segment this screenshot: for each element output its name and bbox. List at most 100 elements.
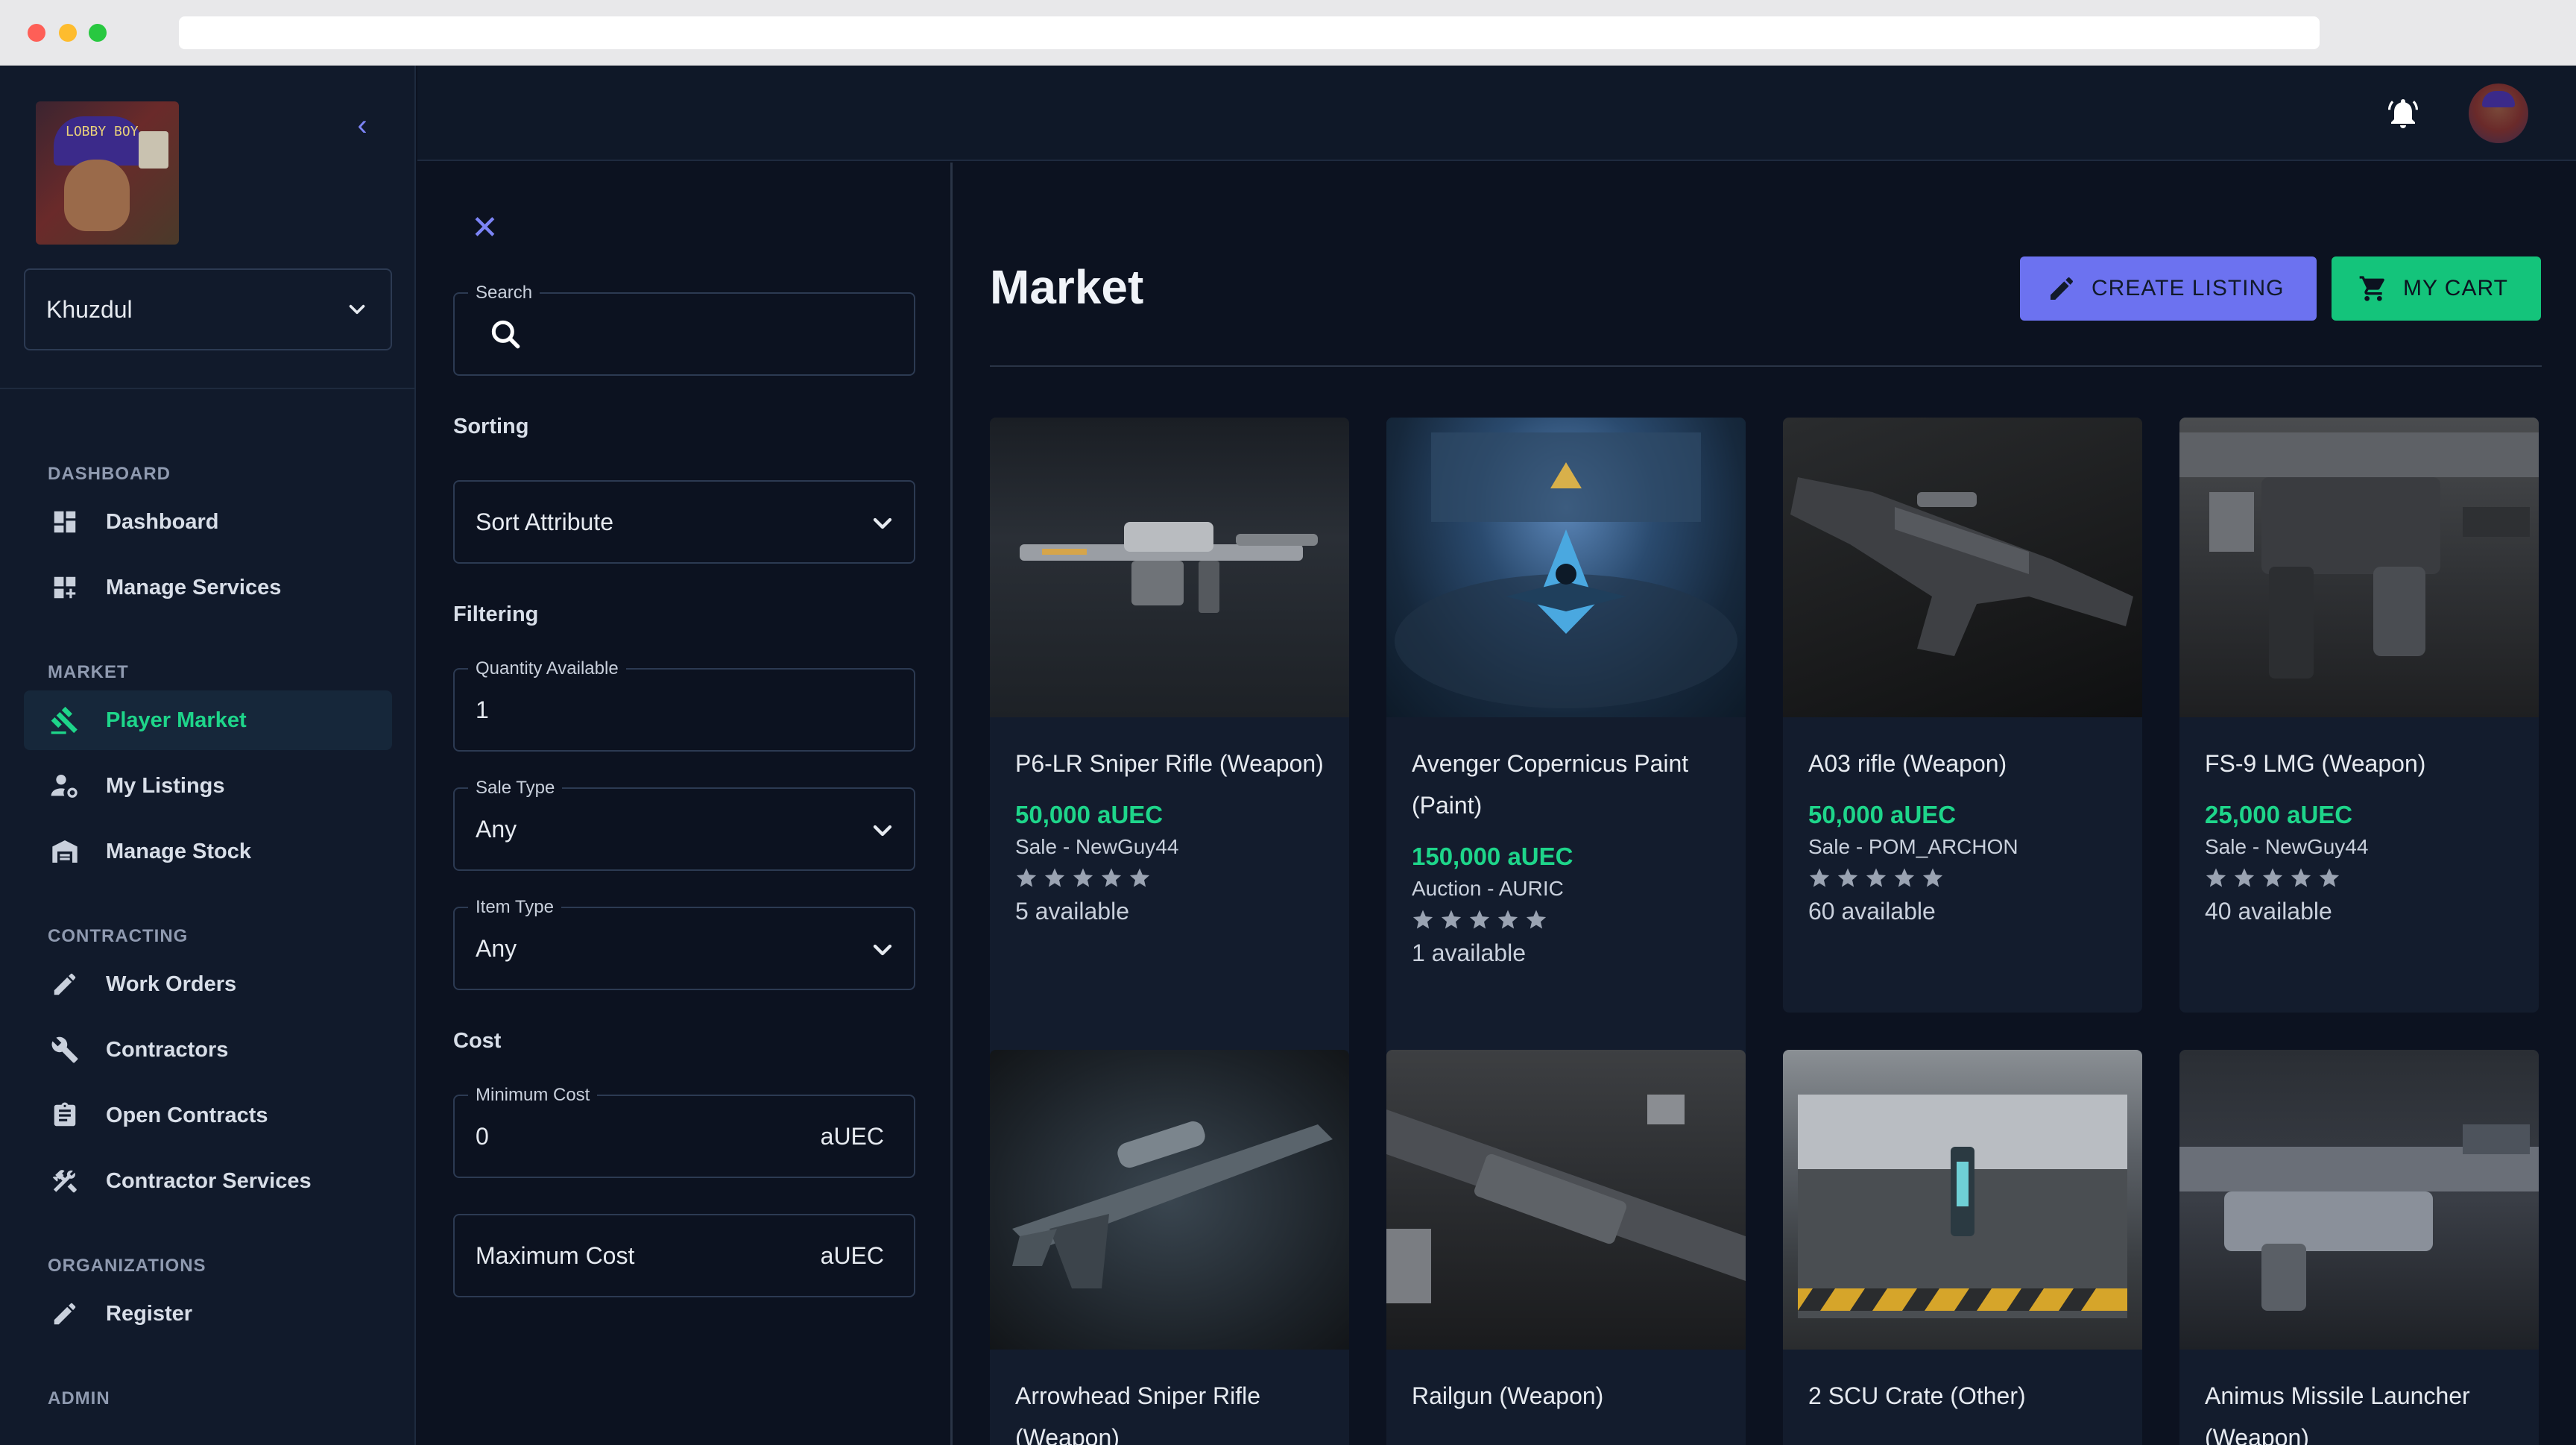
window-maximize-dot[interactable] <box>89 24 107 42</box>
sort-select[interactable]: Sort Attribute <box>453 480 915 564</box>
chevron-down-icon <box>349 304 365 315</box>
collapse-sidebar-chevron-icon[interactable]: ‹ <box>350 104 374 146</box>
chevron-down-icon <box>873 944 892 956</box>
user-avatar[interactable]: LOBBY BOY <box>36 101 179 245</box>
maximum-cost-field[interactable]: Maximum Cost aUEC <box>453 1214 915 1297</box>
sidebar: LOBBY BOY ‹ Khuzdul DASHBOARD Dashboard … <box>0 66 416 1445</box>
address-bar[interactable] <box>179 16 2320 49</box>
listing-title: 2 SCU Crate (Other) <box>1808 1382 2026 1409</box>
listing-price: 25,000 aUEC <box>2205 801 2353 828</box>
listing-card[interactable]: Animus Missile Launcher (Weapon) <box>2179 1050 2539 1445</box>
sidebar-divider <box>0 388 416 389</box>
minimum-cost-field[interactable]: Minimum Cost 0 aUEC <box>453 1085 915 1178</box>
listing-image <box>1783 1050 2142 1350</box>
search-input[interactable]: Search <box>453 283 915 376</box>
listing-seller: Sale - NewGuy44 <box>1015 835 1179 858</box>
gavel-icon <box>49 705 80 736</box>
listing-availability: 40 available <box>2205 898 2332 925</box>
sidebar-item-work-orders[interactable]: Work Orders <box>24 954 392 1014</box>
star-icon <box>1044 868 1065 887</box>
filtering-heading: Filtering <box>453 602 539 626</box>
item-type-select[interactable]: Item Type Any <box>453 897 915 990</box>
sidebar-item-player-market[interactable]: Player Market <box>24 690 392 750</box>
listing-image <box>2179 418 2539 717</box>
sidebar-item-dashboard[interactable]: Dashboard <box>24 492 392 552</box>
star-icon <box>1497 910 1518 929</box>
rating-stars <box>1412 908 1720 931</box>
avatar-cap-text: LOBBY BOY <box>66 124 139 139</box>
listing-card[interactable]: Arrowhead Sniper Rifle (Weapon) <box>990 1050 1349 1445</box>
listing-availability: 60 available <box>1808 898 1936 925</box>
rating-stars <box>1015 866 1324 889</box>
add-grid-icon <box>49 572 80 603</box>
star-icon <box>1894 868 1915 887</box>
listing-card[interactable]: 2 SCU Crate (Other) <box>1783 1050 2142 1445</box>
listing-price: 150,000 aUEC <box>1412 843 1573 870</box>
star-icon <box>2206 868 2226 887</box>
listing-title: Avenger Copernicus Paint (Paint) <box>1412 750 1689 819</box>
pencil-icon <box>2051 277 2073 300</box>
listing-title: Railgun (Weapon) <box>1412 1382 1604 1409</box>
chevron-down-icon <box>873 517 892 529</box>
cart-icon <box>2359 276 2384 301</box>
sidebar-item-manage-stock[interactable]: Manage Stock <box>24 822 392 881</box>
listing-availability: 5 available <box>1015 898 1129 925</box>
listing-card[interactable]: A03 rifle (Weapon) 50,000 aUEC Sale - PO… <box>1783 418 2142 1013</box>
sidebar-item-manage-services[interactable]: Manage Services <box>24 558 392 617</box>
cost-heading: Cost <box>453 1029 502 1053</box>
sidebar-item-contractor-services[interactable]: Contractor Services <box>24 1151 392 1211</box>
listing-price: 50,000 aUEC <box>1015 801 1164 828</box>
listing-image <box>2179 1050 2539 1350</box>
browser-chrome <box>0 0 2576 66</box>
top-bar <box>417 66 2576 161</box>
listing-card[interactable]: FS-9 LMG (Weapon) 25,000 aUEC Sale - New… <box>2179 418 2539 1013</box>
nav-group-contracting: CONTRACTING <box>48 926 189 946</box>
pencil-icon <box>49 969 80 1000</box>
star-icon <box>1073 868 1093 887</box>
listing-image <box>990 1050 1349 1350</box>
star-icon <box>1526 910 1547 929</box>
nav-group-dashboard: DASHBOARD <box>48 464 171 484</box>
listing-image <box>1783 418 2142 717</box>
sidebar-item-register[interactable]: Register <box>24 1284 392 1344</box>
star-icon <box>1412 910 1433 929</box>
sidebar-item-open-contracts[interactable]: Open Contracts <box>24 1086 392 1145</box>
star-icon <box>1809 868 1830 887</box>
person-gear-icon <box>49 770 80 802</box>
page-title: Market <box>990 260 1144 314</box>
my-cart-button[interactable]: MY CART <box>2332 256 2541 321</box>
account-name: Khuzdul <box>46 295 133 323</box>
close-filters-icon[interactable]: ✕ <box>471 209 499 247</box>
star-icon <box>1922 868 1943 887</box>
listing-title: A03 rifle (Weapon) <box>1808 750 2007 777</box>
clipboard-icon <box>49 1100 80 1131</box>
dashboard-icon <box>49 506 80 538</box>
sidebar-item-contractors[interactable]: Contractors <box>24 1020 392 1080</box>
nav-group-admin: ADMIN <box>48 1388 110 1408</box>
listing-title: Animus Missile Launcher (Weapon) <box>2205 1382 2470 1445</box>
window-close-dot[interactable] <box>28 24 45 42</box>
window-minimize-dot[interactable] <box>59 24 77 42</box>
sale-type-select[interactable]: Sale Type Any <box>453 778 915 871</box>
account-avatar[interactable] <box>2469 84 2528 143</box>
warehouse-icon <box>49 836 80 867</box>
account-select[interactable]: Khuzdul <box>24 268 392 350</box>
quantity-available-field[interactable]: Quantity Available 1 <box>453 658 915 752</box>
star-icon <box>2234 868 2255 887</box>
listing-seller: Sale - POM_ARCHON <box>1808 835 2018 858</box>
listing-title: P6-LR Sniper Rifle (Weapon) <box>1015 750 1324 777</box>
notifications-bell-icon[interactable] <box>2385 95 2421 131</box>
star-icon <box>1866 868 1887 887</box>
sorting-heading: Sorting <box>453 415 529 438</box>
star-icon <box>1441 910 1462 929</box>
sidebar-item-my-listings[interactable]: My Listings <box>24 756 392 816</box>
listing-title: FS-9 LMG (Weapon) <box>2205 750 2426 777</box>
create-listing-button[interactable]: CREATE LISTING <box>2020 256 2317 321</box>
header-divider <box>990 365 2542 367</box>
star-icon <box>1837 868 1858 887</box>
nav-group-organizations: ORGANIZATIONS <box>48 1256 206 1276</box>
star-icon <box>2291 868 2311 887</box>
listing-seller: Sale - NewGuy44 <box>2205 835 2369 858</box>
nav-group-market: MARKET <box>48 662 129 682</box>
listing-card[interactable]: Railgun (Weapon) <box>1386 1050 1746 1445</box>
